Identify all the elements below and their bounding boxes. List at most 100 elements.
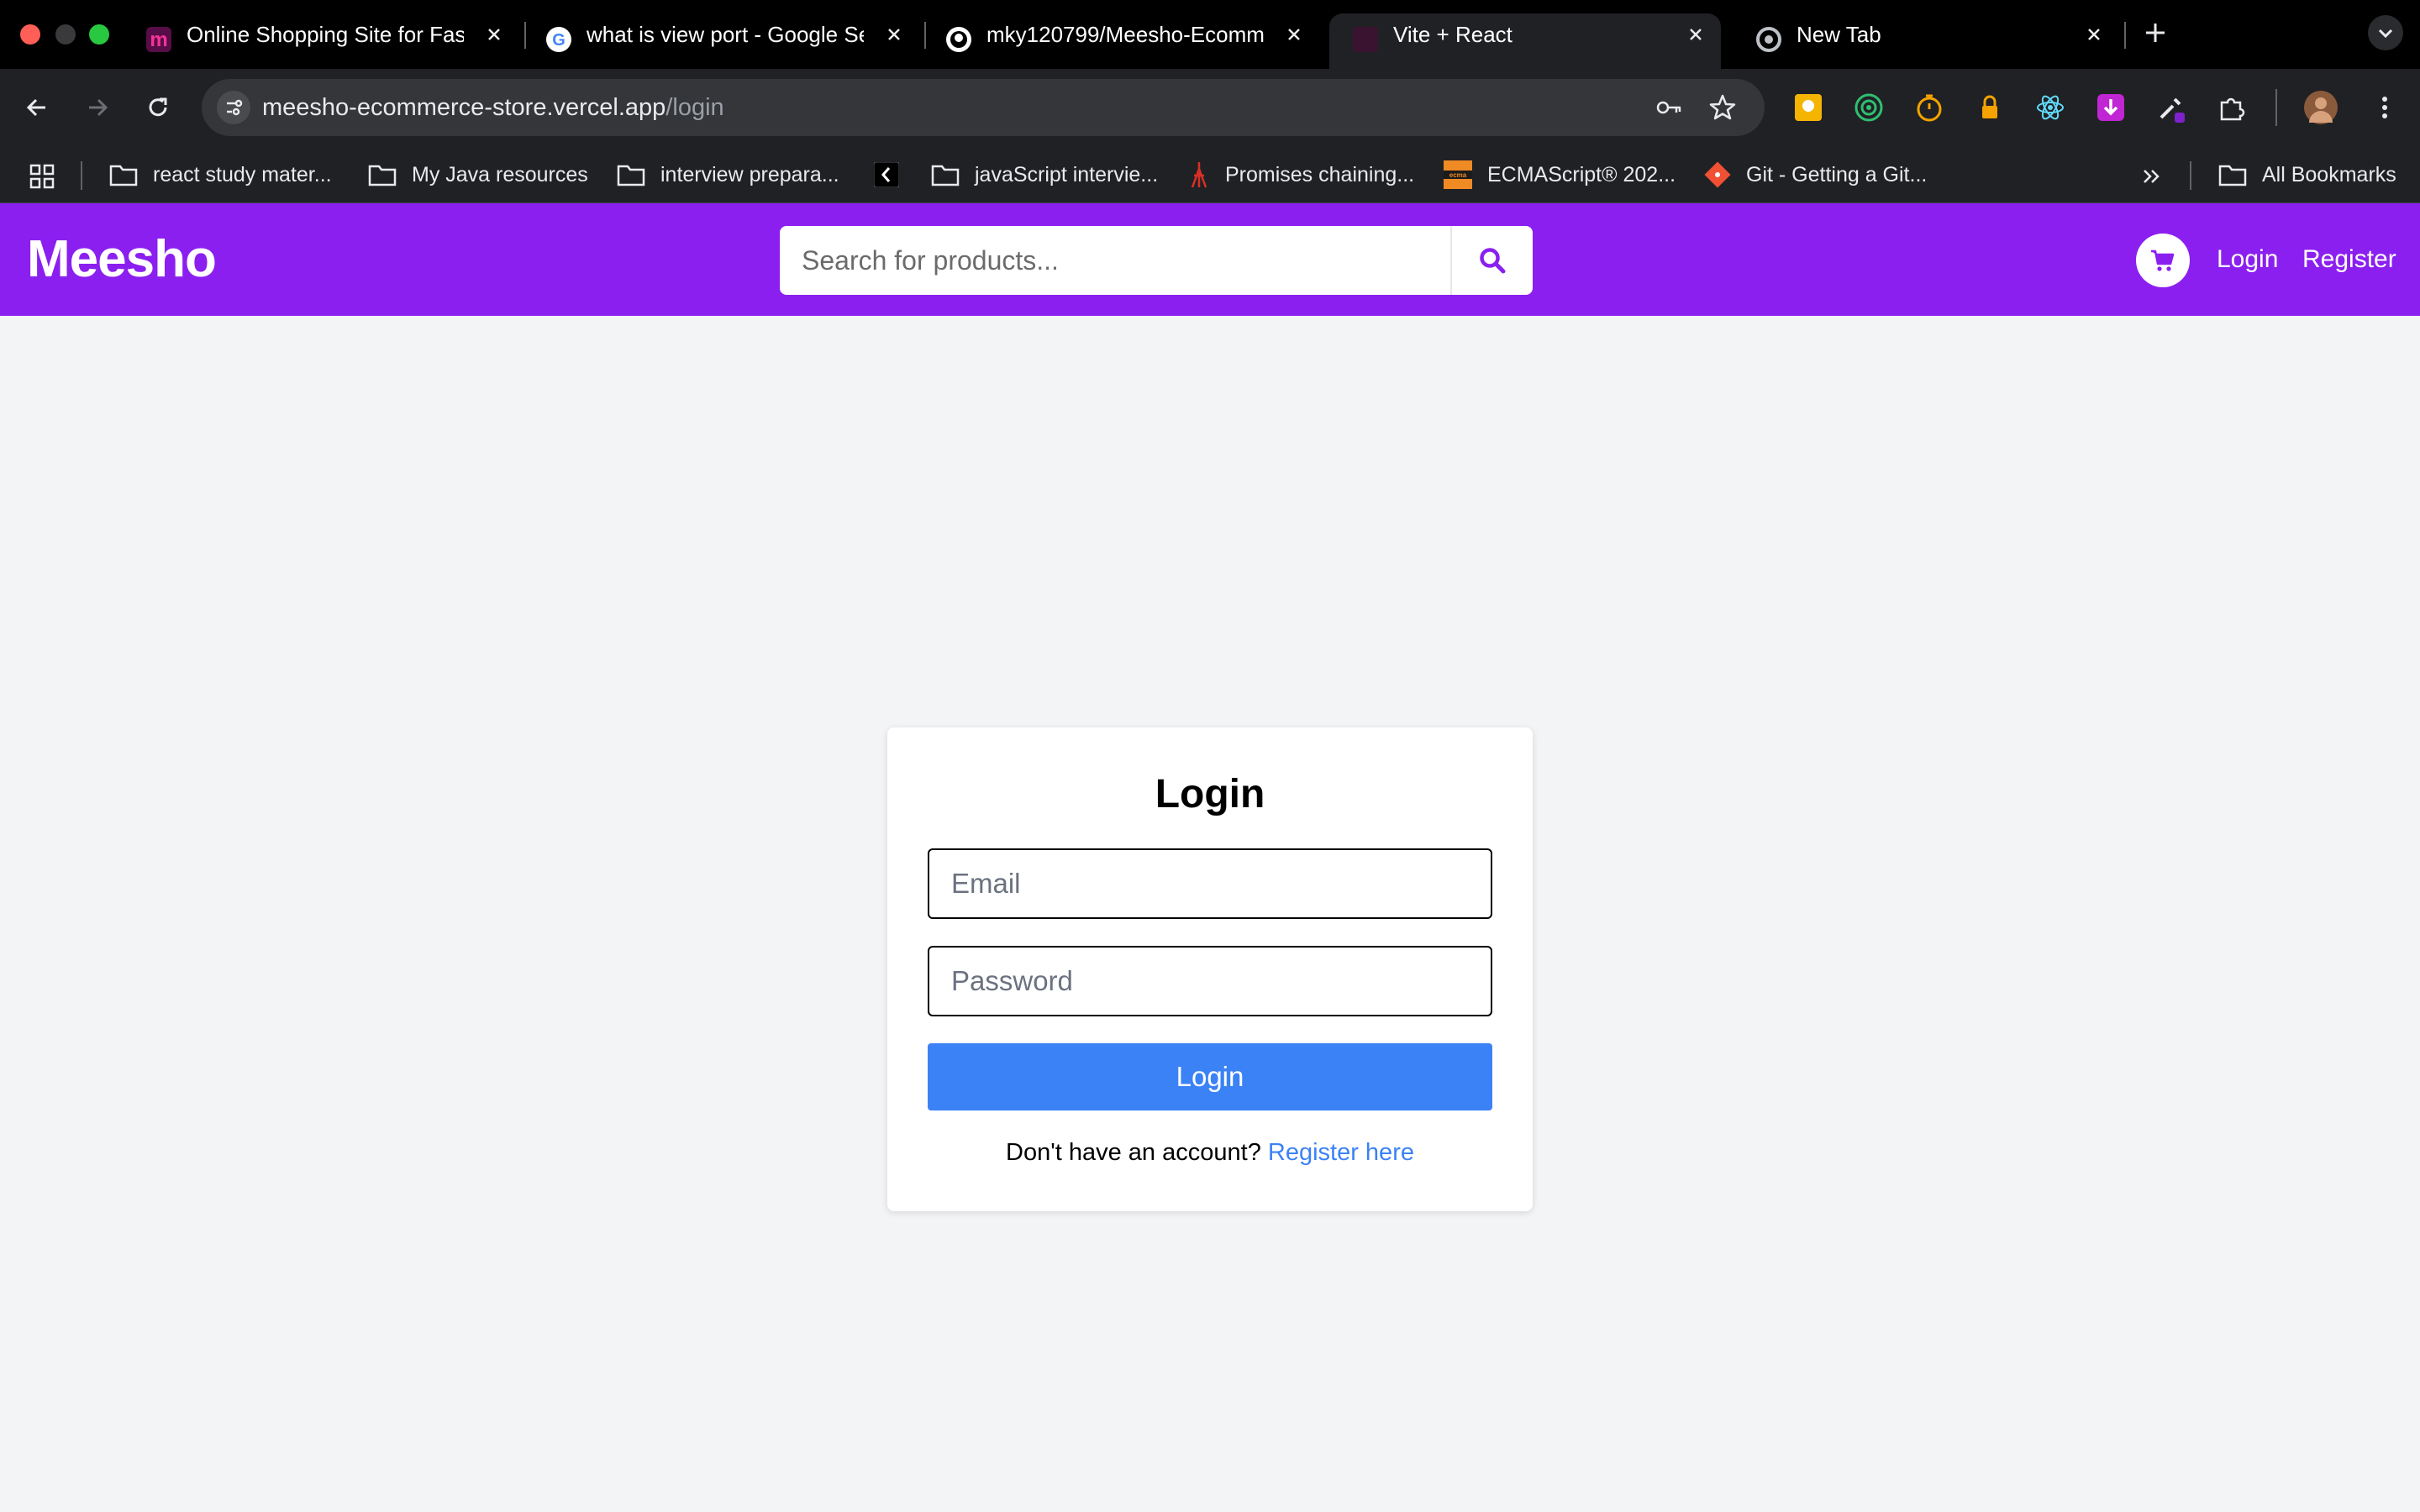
search-bar	[780, 226, 1533, 295]
browser-tab[interactable]: m Online Shopping Site for Fashion	[123, 13, 523, 69]
bookmark-label: react study mater...	[153, 162, 332, 186]
password-field[interactable]	[928, 946, 1492, 1016]
extensions-puzzle-icon[interactable]	[2215, 91, 2249, 124]
bookmark-label: interview prepara...	[660, 162, 839, 186]
reload-icon[interactable]	[141, 91, 175, 124]
browser-tab[interactable]: mky120799/Meesho-Ecommerce	[923, 13, 1323, 69]
tab-title: Online Shopping Site for Fashion	[187, 22, 464, 47]
url-path: /login	[666, 94, 724, 121]
bookmark-link[interactable]: ecma ECMAScript® 202...	[1444, 146, 1676, 203]
meesho-favicon: m	[146, 27, 171, 52]
login-submit-button[interactable]: Login	[928, 1043, 1492, 1110]
forward-arrow-icon[interactable]	[81, 91, 114, 124]
close-window-button[interactable]	[20, 24, 40, 45]
chrome-favicon	[1756, 27, 1781, 52]
tab-title: what is view port - Google Search	[587, 22, 864, 47]
register-link[interactable]: Register here	[1268, 1139, 1414, 1166]
url-host: meesho-ecommerce-store.vercel.app	[262, 94, 666, 121]
bookmark-link[interactable]: Promises chaining...	[1188, 146, 1414, 203]
no-account-text: Don't have an account?	[1006, 1139, 1261, 1166]
app-navbar: Meesho Login Register	[0, 203, 2420, 316]
all-bookmarks-folder[interactable]: All Bookmarks	[2218, 146, 2396, 203]
maximize-window-button[interactable]	[89, 24, 109, 45]
bookmark-label: javaScript intervie...	[975, 162, 1159, 186]
tab-title: Vite + React	[1393, 22, 1512, 47]
tab-divider	[2124, 22, 2126, 49]
ecma-icon: ecma	[1444, 160, 1472, 189]
browser-toolbar: meesho-ecommerce-store.vercel.app/login	[0, 69, 2420, 146]
folder-icon	[109, 165, 138, 186]
key-icon[interactable]	[1652, 91, 1686, 124]
bookmark-link[interactable]	[874, 146, 914, 203]
bookmarks-divider	[81, 161, 82, 190]
vite-favicon	[1353, 27, 1378, 52]
notes-extension-icon[interactable]	[1791, 91, 1825, 124]
google-favicon: G	[546, 27, 571, 52]
bookmark-folder[interactable]: My Java resources	[368, 146, 588, 203]
tab-title: mky120799/Meesho-Ecommerce	[986, 22, 1264, 47]
search-icon	[1480, 248, 1506, 274]
address-bar[interactable]: meesho-ecommerce-store.vercel.app/login	[202, 79, 1765, 136]
login-title: Login	[1155, 772, 1265, 816]
bookmarks-divider	[2190, 161, 2191, 190]
folder-icon	[617, 165, 645, 186]
site-settings-icon[interactable]	[217, 91, 250, 124]
react-devtools-icon[interactable]	[2033, 91, 2067, 124]
cart-button[interactable]	[2136, 234, 2190, 287]
search-input[interactable]	[780, 226, 1450, 295]
register-prompt: Don't have an account? Register here	[887, 1139, 1533, 1167]
bookmark-link[interactable]: Git - Getting a Git...	[1704, 146, 1927, 203]
leetcode-icon	[874, 162, 899, 187]
browser-tab-active[interactable]: Vite + React	[1329, 13, 1721, 69]
bookmark-folder[interactable]: javaScript intervie...	[931, 146, 1158, 203]
bookmark-folder[interactable]: react study mater...	[109, 146, 332, 203]
new-tab-plus-icon[interactable]	[2141, 18, 2170, 47]
close-tab-icon[interactable]	[1686, 24, 1706, 45]
bookmark-star-icon[interactable]	[1706, 91, 1739, 124]
bookmark-label: All Bookmarks	[2262, 162, 2396, 186]
apps-grid-icon[interactable]	[29, 163, 55, 190]
download-extension-icon[interactable]	[2094, 91, 2128, 124]
folder-icon	[931, 165, 960, 186]
git-icon	[1704, 161, 1731, 188]
browser-tab[interactable]: New Tab	[1733, 13, 2133, 69]
folder-icon	[368, 165, 397, 186]
github-favicon	[946, 27, 971, 52]
tab-search-chevron-icon[interactable]	[2368, 15, 2403, 50]
minimize-window-button[interactable]	[55, 24, 76, 45]
bookmark-label: Git - Getting a Git...	[1746, 162, 1928, 186]
url-text: meesho-ecommerce-store.vercel.app/login	[262, 79, 724, 136]
brand-logo[interactable]: Meesho	[27, 203, 217, 316]
email-field[interactable]	[928, 848, 1492, 919]
back-arrow-icon[interactable]	[20, 91, 54, 124]
folder-icon	[2218, 165, 2247, 186]
bookmark-label: ECMAScript® 202...	[1487, 162, 1676, 186]
bookmark-folder[interactable]: interview prepara...	[617, 146, 839, 203]
lock-extension-icon[interactable]	[1973, 91, 2007, 124]
login-card: Login Login Don't have an account? Regis…	[887, 727, 1533, 1211]
browser-menu-icon[interactable]	[2368, 91, 2402, 124]
bookmark-label: Promises chaining...	[1225, 162, 1415, 186]
browser-tab[interactable]: G what is view port - Google Search	[523, 13, 923, 69]
search-button[interactable]	[1450, 226, 1533, 295]
toolbar-divider	[2275, 89, 2277, 126]
svg-text:m: m	[150, 29, 167, 51]
profile-avatar[interactable]	[2304, 91, 2338, 124]
close-tab-icon[interactable]	[2084, 24, 2104, 45]
close-tab-icon[interactable]	[1284, 24, 1304, 45]
bookmark-label: My Java resources	[412, 162, 588, 186]
timer-extension-icon[interactable]	[1912, 91, 1946, 124]
target-extension-icon[interactable]	[1852, 91, 1886, 124]
close-tab-icon[interactable]	[884, 24, 904, 45]
bookmarks-bar: react study mater... My Java resources i…	[0, 146, 2420, 203]
tab-title: New Tab	[1797, 22, 1881, 47]
nav-register-link[interactable]: Register	[2302, 203, 2396, 316]
color-picker-extension-icon[interactable]	[2154, 91, 2188, 124]
svg-text:G: G	[552, 31, 566, 50]
more-bookmarks-chevron-icon[interactable]	[2138, 163, 2165, 190]
close-tab-icon[interactable]	[484, 24, 504, 45]
browser-tab-strip: m Online Shopping Site for Fashion G wha…	[0, 0, 2420, 69]
nav-login-link[interactable]: Login	[2217, 203, 2278, 316]
cart-icon	[2151, 249, 2175, 271]
site-icon	[1191, 162, 1207, 188]
